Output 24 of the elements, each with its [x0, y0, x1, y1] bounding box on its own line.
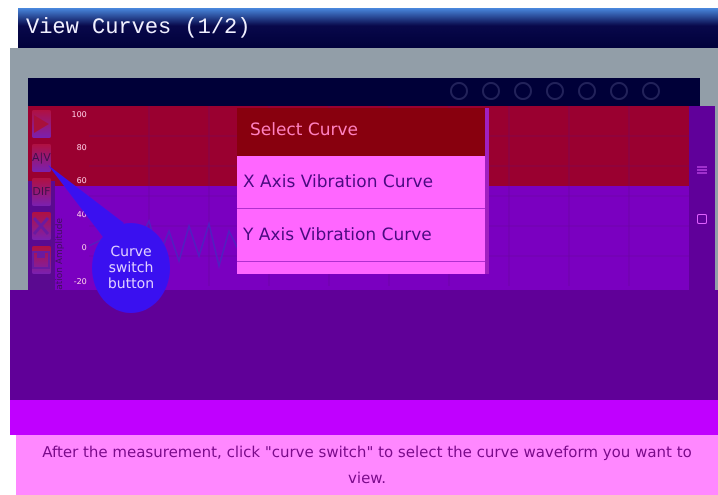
- toolbar-icon[interactable]: [482, 82, 500, 100]
- callout-text: Curve switch button: [106, 244, 156, 292]
- toolbar-icon[interactable]: [578, 82, 596, 100]
- curve-option[interactable]: X Axis Vibration Curve: [237, 156, 485, 209]
- toolbar-icon[interactable]: [450, 82, 468, 100]
- caption: After the measurement, click "curve switch" to select the curve waveform you want to view.: [16, 435, 718, 495]
- dialog-title: Select Curve: [237, 108, 485, 156]
- tick-label: 100: [71, 110, 87, 119]
- save-button[interactable]: [32, 246, 51, 274]
- axis-label: ation Amplitude: [54, 218, 65, 290]
- play-button[interactable]: [32, 110, 51, 138]
- clear-button[interactable]: [32, 212, 51, 240]
- tick-label: 80: [76, 142, 87, 152]
- page-title: View Curves (1/2): [26, 15, 250, 40]
- toolbar-icon[interactable]: [642, 82, 660, 100]
- tick-label: 60: [76, 176, 87, 186]
- tick-label: -20: [74, 276, 87, 286]
- menu-icon[interactable]: [696, 166, 707, 174]
- curve-option[interactable]: Y Axis Vibration Curve: [237, 208, 485, 262]
- toolbar-icon[interactable]: [610, 82, 628, 100]
- square-icon[interactable]: [696, 214, 707, 224]
- toolbar-icon[interactable]: [546, 82, 564, 100]
- tick-label: 0: [82, 243, 87, 252]
- toolbar-icon[interactable]: [514, 82, 532, 100]
